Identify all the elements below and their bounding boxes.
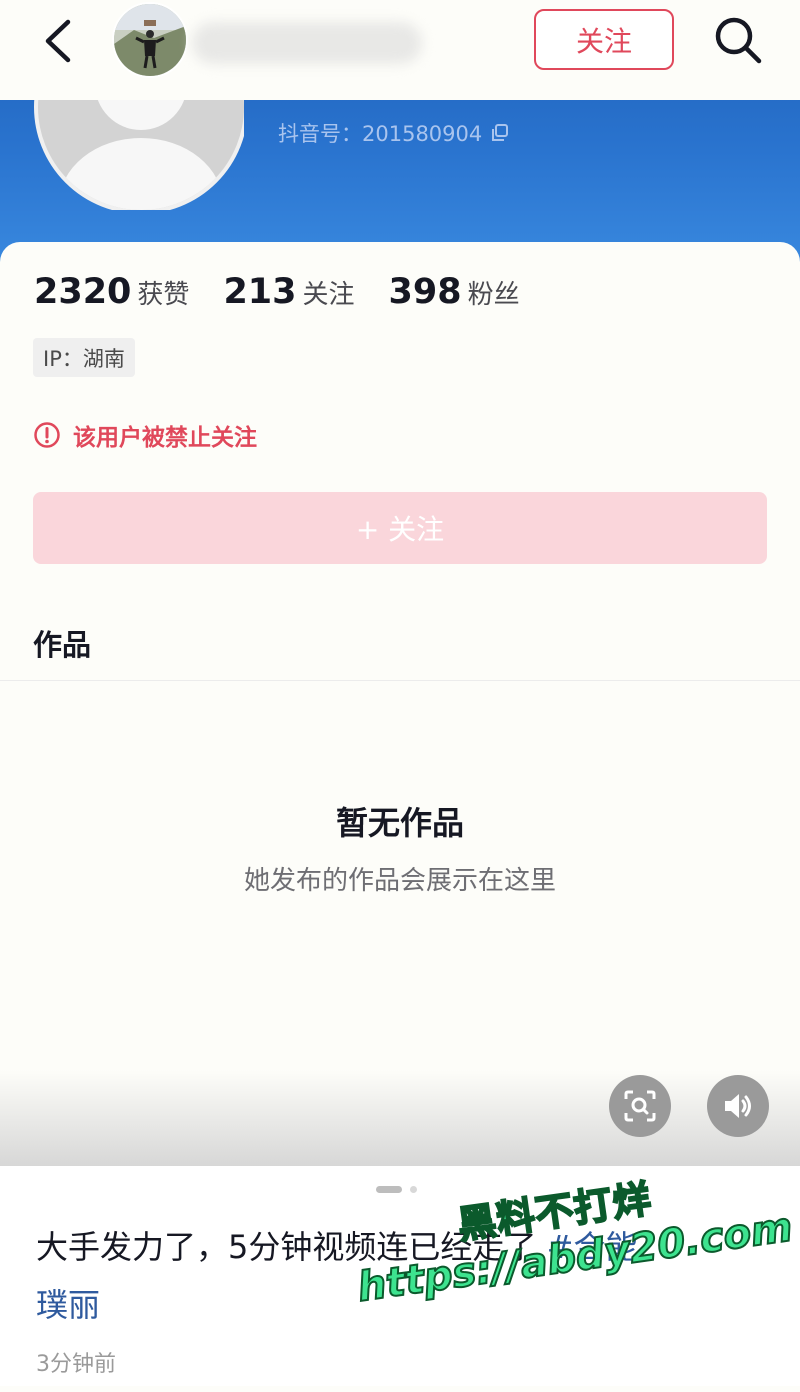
scan-icon — [624, 1090, 656, 1122]
douyin-id-text: 抖音号：201580904 — [278, 122, 483, 146]
followers-count[interactable]: 398 — [389, 272, 462, 312]
post-time: 3分钟前 — [36, 1352, 116, 1377]
search-icon[interactable] — [712, 14, 764, 66]
ban-notice: 该用户被禁止关注 — [33, 418, 257, 452]
ban-notice-text: 该用户被禁止关注 — [73, 425, 257, 451]
user-photo-icon — [114, 4, 186, 76]
ip-location-tag: IP：湖南 — [33, 338, 135, 377]
profile-stats: 2320 获赞 213 关注 398 粉丝 — [34, 272, 554, 312]
following-count[interactable]: 213 — [223, 272, 296, 312]
copy-icon[interactable] — [490, 123, 510, 143]
works-tab[interactable]: 作品 — [33, 622, 91, 664]
screenshot-scan-button[interactable] — [609, 1075, 671, 1137]
back-arrow-icon[interactable] — [36, 16, 80, 66]
followers-label: 粉丝 — [467, 280, 520, 310]
likes-count[interactable]: 2320 — [34, 272, 131, 312]
empty-works-subtitle: 她发布的作品会展示在这里 — [243, 866, 556, 896]
speaker-icon — [725, 1094, 751, 1118]
follow-button-disabled[interactable]: + 关注 — [33, 492, 767, 564]
volume-button[interactable] — [707, 1075, 769, 1137]
top-avatar[interactable] — [112, 2, 188, 78]
hashtag-link-continued[interactable]: 璞丽 — [36, 1286, 100, 1324]
top-bar: 关注 — [0, 0, 800, 100]
warning-icon — [34, 422, 60, 448]
divider — [0, 680, 800, 681]
douyin-id[interactable]: 抖音号：201580904 — [278, 118, 510, 148]
likes-label: 获赞 — [137, 280, 190, 310]
empty-works-title: 暂无作品 — [335, 804, 464, 842]
following-label: 关注 — [302, 280, 355, 310]
blurred-username — [192, 22, 422, 64]
follow-button-top[interactable]: 关注 — [534, 9, 674, 70]
